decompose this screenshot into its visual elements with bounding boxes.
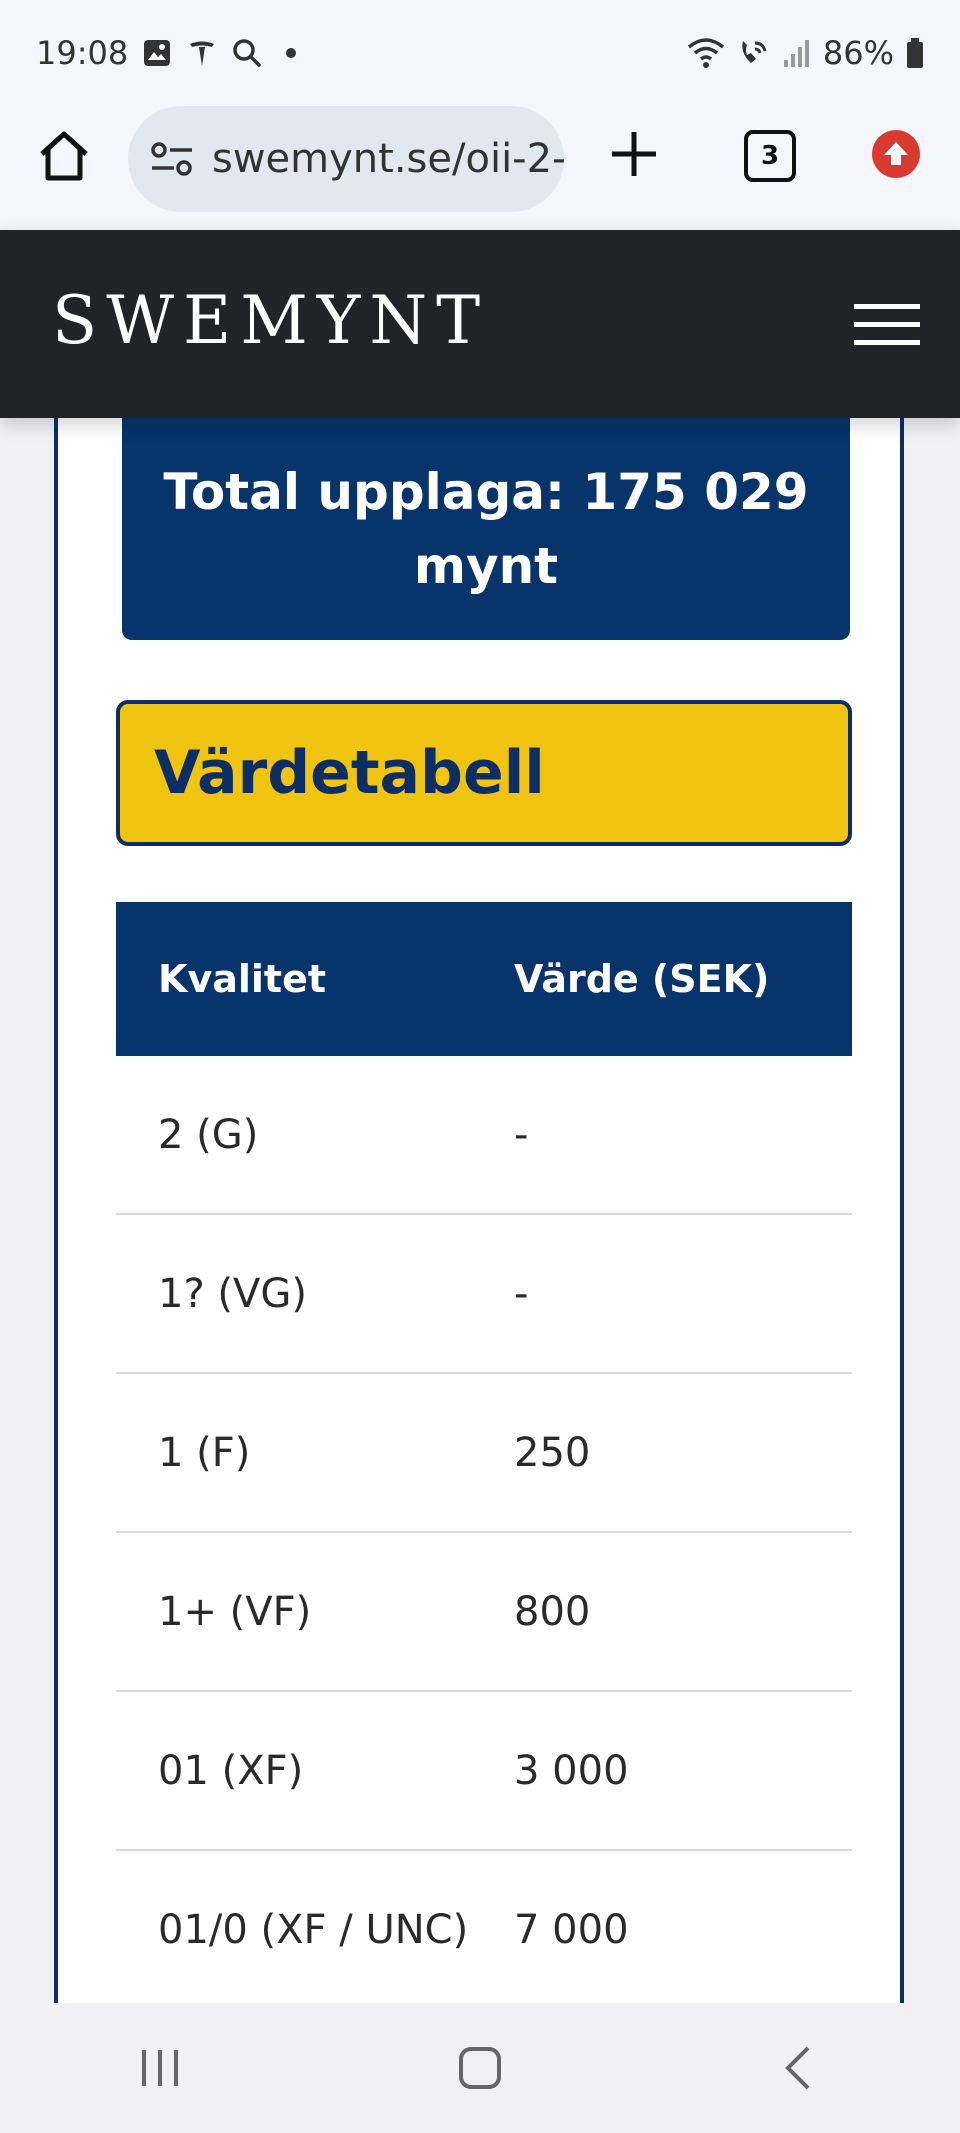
value-table-heading-text: Värdetabell <box>154 738 545 808</box>
status-left: 19:08 <box>36 34 297 72</box>
search-icon <box>233 39 261 67</box>
site-logo[interactable]: SWEMYNT <box>52 282 489 359</box>
site-header: SWEMYNT <box>0 230 960 418</box>
browser-toolbar: swemynt.se/oii-2- 3 <box>0 106 960 231</box>
total-mintage-text: Total upplaga: 175 029 mynt <box>163 463 809 595</box>
value-table-heading: Värdetabell <box>116 700 852 846</box>
cell-grade: 1? (VG) <box>158 1270 307 1317</box>
notification-dot <box>286 48 297 58</box>
cell-value: 250 <box>514 1429 591 1476</box>
system-nav-bar <box>0 2003 960 2133</box>
cell-value: 800 <box>514 1588 591 1635</box>
table-row: 1 (F) 250 <box>116 1374 852 1533</box>
gallery-icon <box>144 40 171 66</box>
table-row: 01 (XF) 3 000 <box>116 1692 852 1851</box>
menu-line <box>854 322 920 327</box>
wifi-call-icon <box>742 41 767 63</box>
cell-grade: 01/0 (XF / UNC) <box>158 1906 469 1953</box>
url-text[interactable]: swemynt.se/oii-2- <box>212 136 564 182</box>
menu-icon[interactable] <box>854 304 920 346</box>
back-icon[interactable] <box>750 2028 850 2108</box>
header-value: Värde (SEK) <box>514 957 770 1001</box>
cell-grade: 2 (G) <box>158 1111 259 1158</box>
update-icon[interactable] <box>872 130 920 178</box>
cell-grade: 1 (F) <box>158 1429 251 1476</box>
table-row: 01/0 (XF / UNC) 7 000 <box>116 1851 852 2010</box>
tab-count: 3 <box>760 141 780 171</box>
value-table: Kvalitet Värde (SEK) 2 (G) - 1? (VG) - 1… <box>116 902 852 2010</box>
status-right: 86% <box>687 34 924 72</box>
site-settings-icon[interactable] <box>150 141 194 177</box>
table-row: 1+ (VF) 800 <box>116 1533 852 1692</box>
wifi-icon <box>687 38 724 68</box>
cell-value: 7 000 <box>514 1906 629 1953</box>
menu-line <box>854 340 920 345</box>
tab-switcher-icon[interactable]: 3 <box>744 130 796 182</box>
status-bar: 19:08 86% <box>0 0 960 106</box>
arrow-up-icon <box>884 142 908 165</box>
cell-value: - <box>514 1270 529 1317</box>
signal-icon <box>783 40 809 67</box>
cell-grade: 01 (XF) <box>158 1747 304 1794</box>
home-nav-icon[interactable] <box>430 2028 530 2108</box>
table-row: 2 (G) - <box>116 1056 852 1215</box>
table-header: Kvalitet Värde (SEK) <box>116 902 852 1056</box>
new-tab-icon[interactable] <box>608 128 660 180</box>
tesla-icon <box>190 41 215 66</box>
header-grade: Kvalitet <box>158 957 327 1001</box>
cell-value: 3 000 <box>514 1747 629 1794</box>
home-icon[interactable] <box>36 128 92 184</box>
cell-grade: 1+ (VF) <box>158 1588 312 1635</box>
menu-line <box>854 304 920 309</box>
content-card: Total upplaga: 175 029 mynt Värdetabell … <box>54 418 904 2010</box>
battery-icon <box>907 38 923 68</box>
cell-value: - <box>514 1111 529 1158</box>
table-row: 1? (VG) - <box>116 1215 852 1374</box>
battery-percent: 86% <box>822 34 894 72</box>
recent-apps-icon[interactable] <box>110 2028 210 2108</box>
address-bar[interactable]: swemynt.se/oii-2- <box>128 106 564 212</box>
status-time: 19:08 <box>36 34 129 72</box>
total-mintage-box: Total upplaga: 175 029 mynt <box>122 418 850 640</box>
